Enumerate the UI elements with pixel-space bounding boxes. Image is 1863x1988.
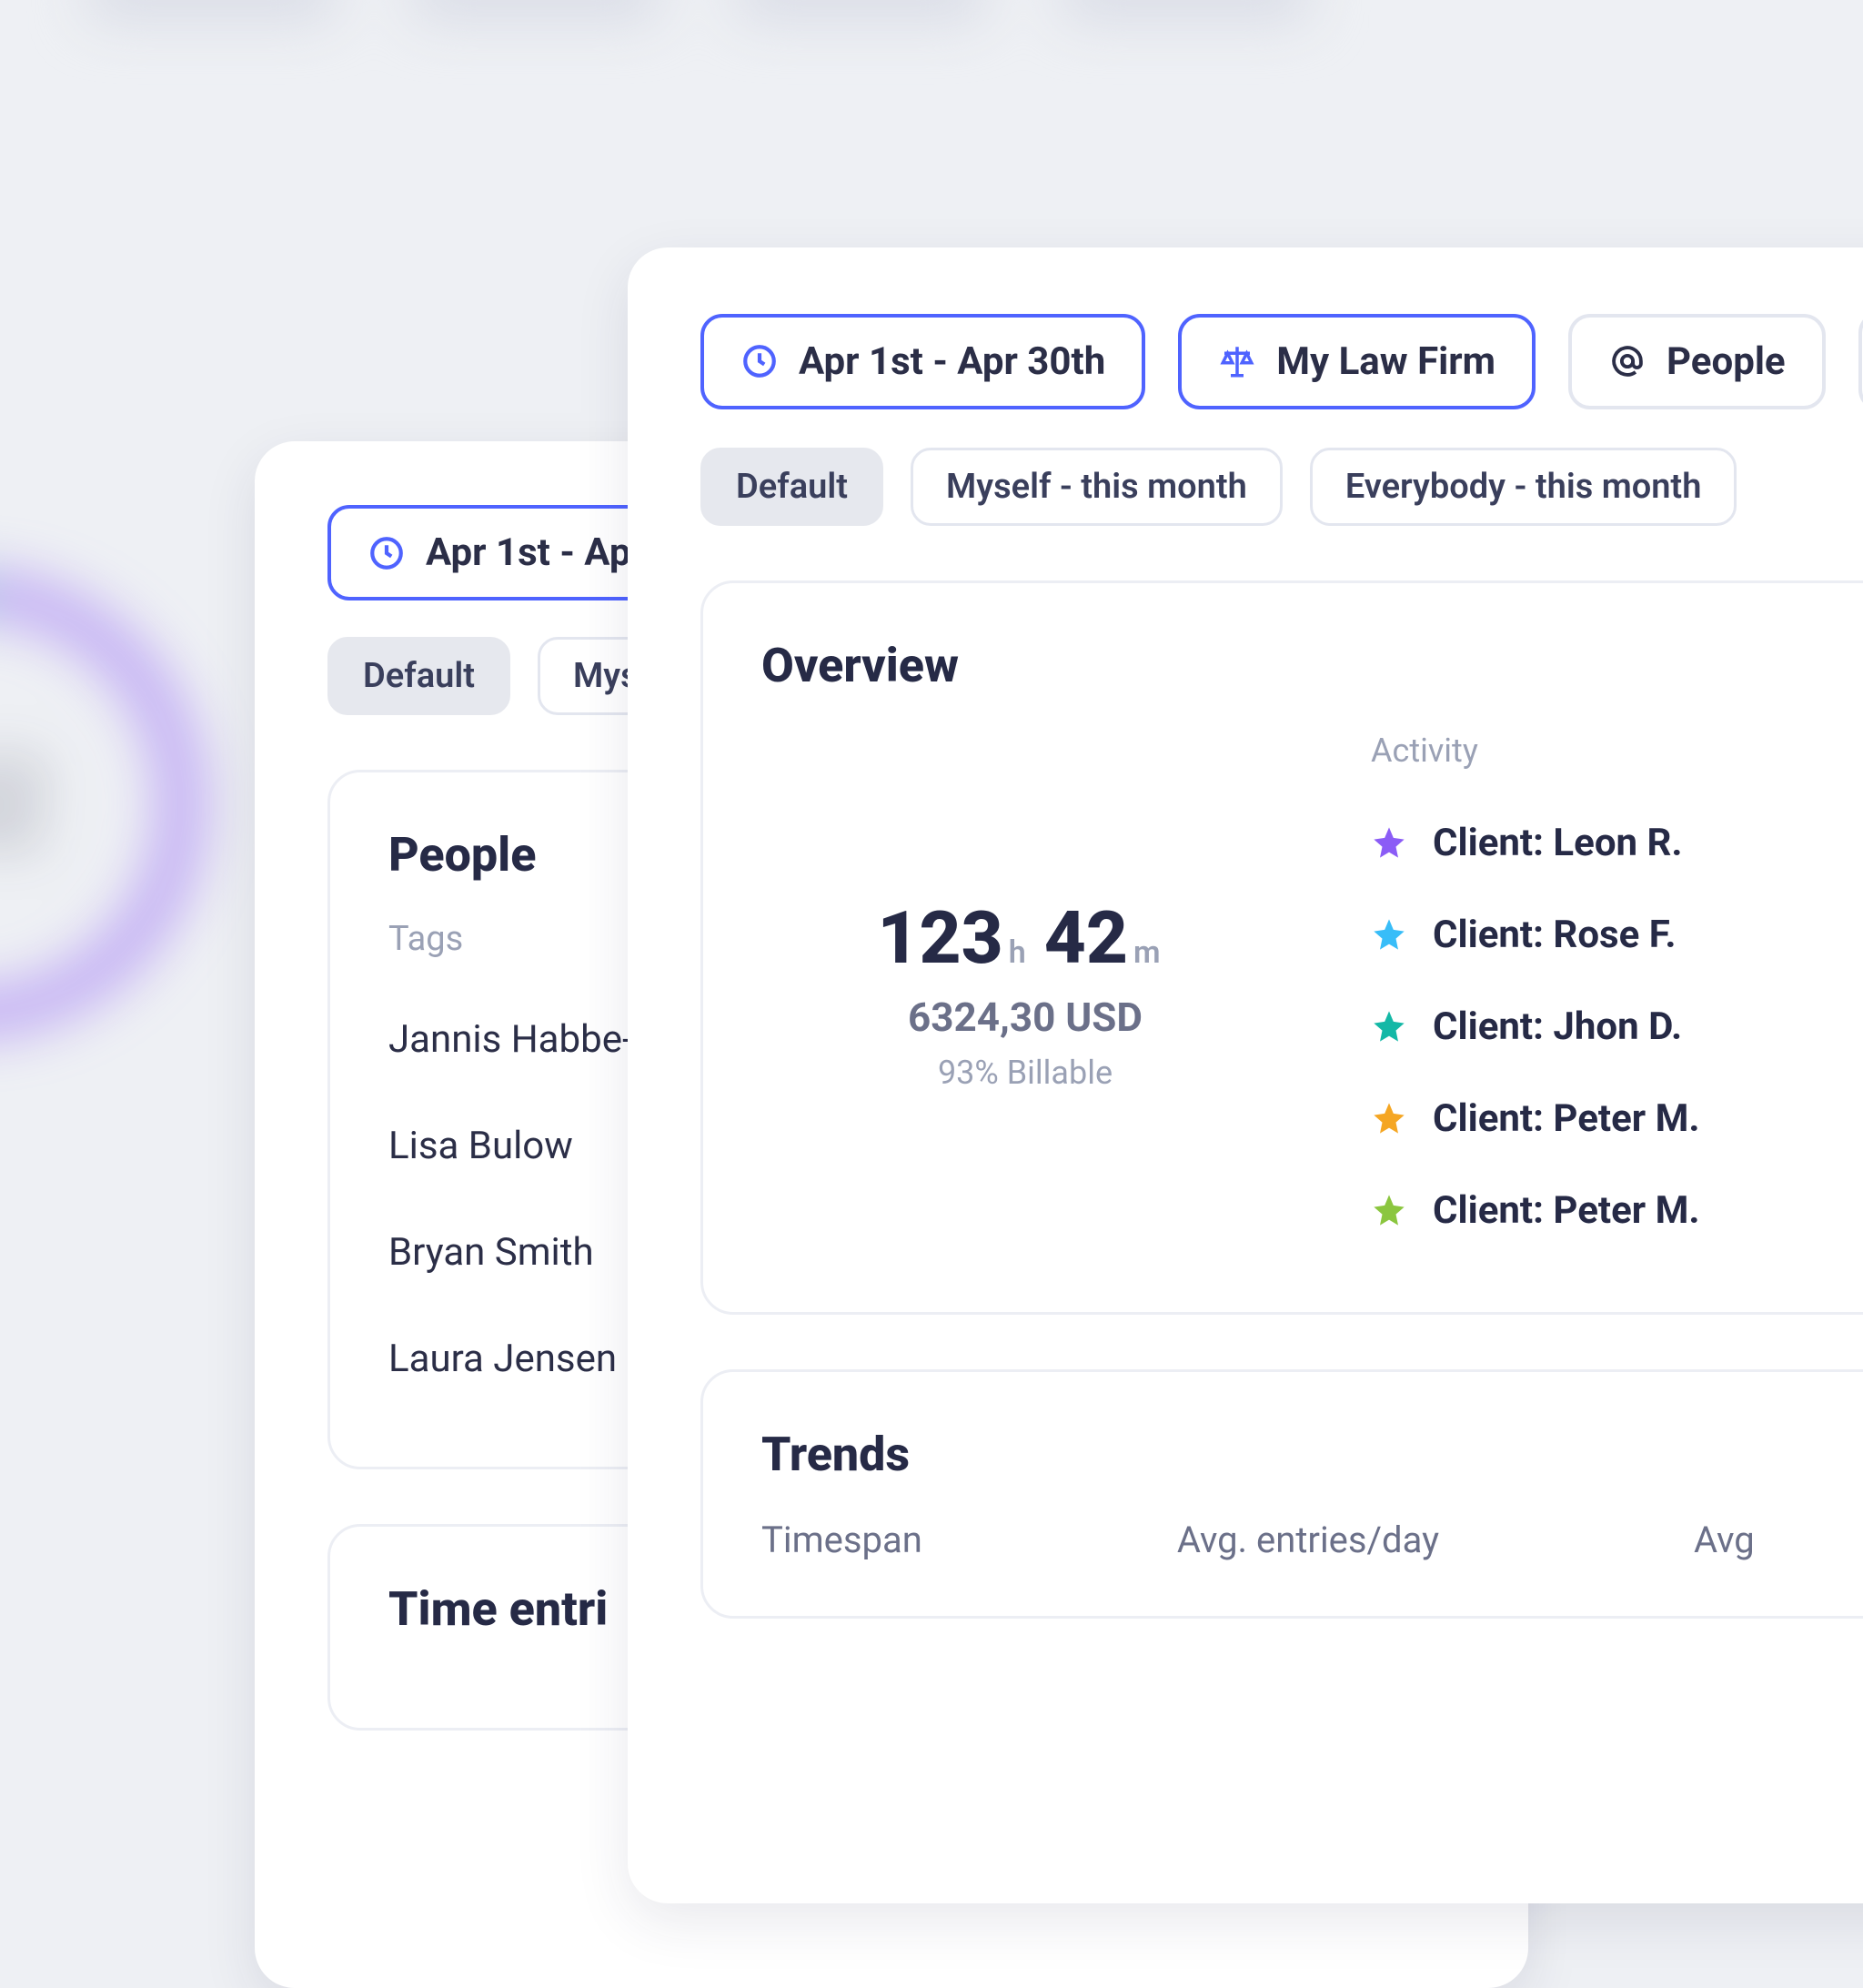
star-icon	[1371, 1192, 1407, 1228]
date-range-label: Apr 1st - Apr	[426, 530, 645, 575]
legend-label: Client: Leon R.	[1433, 821, 1683, 865]
at-icon	[1608, 342, 1646, 380]
legend-label: Client: Peter M.	[1433, 1096, 1700, 1141]
trends-avg-label: Avg	[1694, 1519, 1755, 1561]
preset-default[interactable]: Default	[700, 448, 883, 526]
activity-legend: Activity Client: Leon R. Client: Rose F.…	[1371, 732, 1858, 1256]
donut-time-total: 123h 42m	[877, 895, 1173, 981]
legend-item[interactable]: Client: Peter M.	[1371, 1165, 1858, 1256]
overview-title: Overview	[761, 638, 1858, 693]
preset-default[interactable]: Default	[327, 637, 510, 715]
people-filter-label: People	[1667, 339, 1786, 384]
overview-panel: Overview 123h 42m 6324,30 USD 93% Billab…	[700, 580, 1863, 1315]
trends-avg-entries-label: Avg. entries/day	[1177, 1519, 1439, 1561]
legend-item[interactable]: Client: Jhon D.	[1371, 981, 1858, 1073]
trends-title: Trends	[761, 1427, 1858, 1482]
legend-item[interactable]: Client: Leon R.	[1371, 797, 1858, 889]
trends-panel: Trends Timespan Avg. entries/day Avg	[700, 1369, 1863, 1619]
trends-timespan-label: Timespan	[761, 1519, 922, 1561]
scale-icon	[1218, 342, 1256, 380]
star-icon	[1371, 1008, 1407, 1044]
donut-billable: 93% Billable	[938, 1054, 1113, 1092]
star-icon	[1371, 824, 1407, 861]
org-label: My Law Firm	[1276, 339, 1495, 384]
date-range-label: Apr 1st - Apr 30th	[799, 339, 1105, 384]
card-overview: Apr 1st - Apr 30th My Law Firm People # …	[628, 247, 1863, 1903]
people-filter[interactable]: People	[1568, 314, 1826, 409]
preset-everybody[interactable]: Everybody - this month	[1310, 448, 1737, 526]
org-filter[interactable]: My Law Firm	[1178, 314, 1536, 409]
legend-item[interactable]: Client: Rose F.	[1371, 889, 1858, 981]
legend-label: Client: Jhon D.	[1433, 1004, 1682, 1049]
activity-legend-title: Activity	[1371, 732, 1858, 770]
donut-amount: 6324,30 USD	[908, 994, 1143, 1041]
activity-donut-chart: 123h 42m 6324,30 USD 93% Billable	[761, 730, 1289, 1257]
legend-label: Client: Peter M.	[1433, 1188, 1700, 1233]
clock-icon	[368, 534, 406, 572]
background-number: 42	[0, 737, 46, 871]
tags-filter[interactable]: #	[1858, 311, 1863, 411]
star-icon	[1371, 916, 1407, 953]
date-range-filter[interactable]: Apr 1st - Apr 30th	[700, 314, 1145, 409]
legend-label: Client: Rose F.	[1433, 913, 1677, 957]
star-icon	[1371, 1100, 1407, 1136]
clock-icon	[740, 342, 779, 380]
preset-myself[interactable]: Myself - this month	[911, 448, 1283, 526]
legend-item[interactable]: Client: Peter M.	[1371, 1073, 1858, 1165]
